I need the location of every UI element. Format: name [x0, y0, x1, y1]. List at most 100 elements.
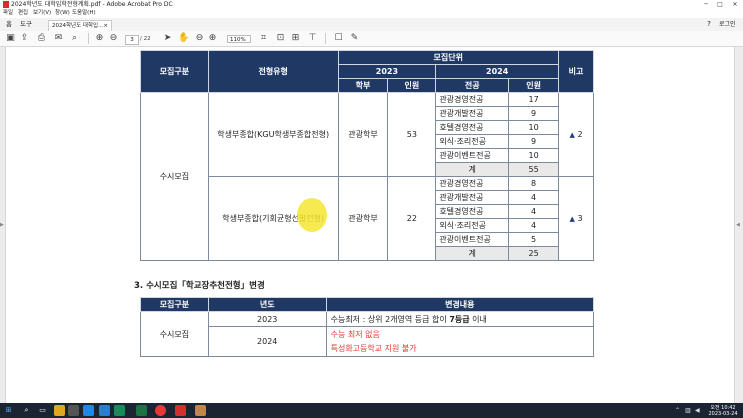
maximize-button[interactable]: □: [713, 0, 727, 9]
menu-view[interactable]: 보기(V): [33, 9, 51, 18]
tab-document[interactable]: 2024학년도 대학입... ×: [48, 20, 112, 31]
count-cell: 9: [508, 134, 560, 149]
notes-icon[interactable]: [195, 405, 206, 416]
page-down-icon[interactable]: ⊖: [108, 33, 119, 44]
toolbar-divider: [325, 33, 326, 44]
select-cursor-icon[interactable]: ➤: [162, 33, 173, 44]
acrobat-icon: [3, 1, 9, 8]
zoom-out-icon[interactable]: ⊖: [194, 33, 205, 44]
content-text: 수능최저 : 상위 2개영역 등급 합이: [330, 314, 450, 324]
category-cell: 수시모집: [140, 92, 209, 261]
crop-icon[interactable]: ⌗: [258, 33, 269, 44]
count-cell: 10: [508, 120, 560, 135]
count-cell: 9: [508, 106, 560, 121]
menu-help[interactable]: 도움말(H): [72, 9, 96, 18]
window-title: 2024학년도 대학입학전형계획.pdf - Adobe Acrobat Pro…: [11, 1, 173, 8]
save-icon[interactable]: ▣: [5, 33, 16, 44]
total-label: 계: [435, 162, 510, 177]
menu-file[interactable]: 파일: [3, 9, 13, 18]
year-cell: 2024: [207, 326, 327, 357]
expand-left-icon[interactable]: ▶: [0, 222, 4, 228]
content-cell: 수능최저 : 상위 2개영역 등급 합이 7등급 이내: [325, 311, 595, 327]
section-heading: 3. 수시모집「학교장추천전형」변경: [134, 281, 265, 291]
pen-icon[interactable]: ✎: [349, 33, 360, 44]
year-cell: 2023: [207, 311, 327, 327]
tab-close-icon[interactable]: ×: [103, 21, 108, 31]
title-bar: 2024학년도 대학입학전형계획.pdf - Adobe Acrobat Pro…: [0, 0, 743, 9]
search-icon[interactable]: ⌕: [21, 405, 32, 416]
expand-right-icon[interactable]: ◀: [736, 222, 740, 228]
word-icon[interactable]: [99, 405, 110, 416]
total-value: 25: [508, 246, 560, 261]
chrome-icon[interactable]: [155, 405, 166, 416]
comment-icon[interactable]: ☐: [333, 33, 344, 44]
page-up-icon[interactable]: ⊕: [94, 33, 105, 44]
zoom-in-icon[interactable]: ⊕: [207, 33, 218, 44]
hand-tool-icon[interactable]: ✋: [178, 33, 189, 44]
note-cell: ▲ 3: [558, 176, 594, 261]
tab-home[interactable]: 홈: [6, 18, 12, 31]
header-category: 모집구분: [140, 297, 209, 312]
header-note: 비고: [558, 50, 594, 93]
volume-icon[interactable]: ◀: [695, 407, 700, 414]
change-line: 특성화고등학교 지원 불가: [330, 343, 417, 353]
count-cell: 4: [508, 218, 560, 233]
email-icon[interactable]: ✉: [53, 33, 64, 44]
zoom-select[interactable]: 110%: [227, 35, 251, 43]
menu-window[interactable]: 창(W): [55, 9, 70, 18]
dept-cell: 관광학부: [337, 92, 389, 177]
windows-start-icon[interactable]: ⊞: [3, 405, 14, 416]
count-cell: 10: [508, 148, 560, 163]
minimize-button[interactable]: ─: [699, 0, 713, 9]
total-value: 55: [508, 162, 560, 177]
tray-chevron-icon[interactable]: ⌃: [675, 407, 680, 414]
count-cell: 17: [508, 92, 560, 107]
count-cell: 5: [508, 232, 560, 247]
content-cell: 수능 최저 없음 특성화고등학교 지원 불가: [325, 326, 595, 357]
count-2023-cell: 22: [387, 176, 437, 261]
dept-cell: 관광학부: [337, 176, 389, 261]
close-window-button[interactable]: ✕: [728, 0, 742, 9]
change-table: 모집구분 년도 변경내용 수시모집 2023 수능최저 : 상위 2개영역 등급…: [140, 297, 595, 357]
fit-page-icon[interactable]: ⊡: [275, 33, 286, 44]
major-cell: 호텔경영전공: [435, 120, 510, 135]
type-cell: 학생부종합(KGU학생부종합전형): [207, 92, 339, 177]
note-value: 2: [577, 130, 583, 139]
login-button[interactable]: 로그인: [719, 18, 736, 31]
stamp-icon[interactable]: ⊤: [307, 33, 318, 44]
help-icon[interactable]: ?: [704, 18, 714, 31]
task-view-icon[interactable]: ▭: [37, 405, 48, 416]
vscode-icon[interactable]: [114, 405, 125, 416]
edge-icon[interactable]: [83, 405, 94, 416]
major-cell: 외식·조리전공: [435, 218, 510, 233]
page-number-input[interactable]: 3: [125, 35, 139, 45]
network-icon[interactable]: ▥: [685, 407, 691, 414]
major-cell: 관광이벤트전공: [435, 232, 510, 247]
menu-bar: 파일 편집 보기(V) 창(W) 도움말(H): [0, 9, 743, 18]
print-icon[interactable]: ⎙: [36, 33, 47, 44]
store-icon[interactable]: [68, 405, 79, 416]
tab-tools[interactable]: 도구: [20, 18, 32, 31]
change-line: 수능 최저 없음: [330, 329, 380, 339]
upload-icon[interactable]: ⇪: [19, 33, 30, 44]
header-content: 변경내용: [325, 297, 595, 312]
increase-triangle-icon: ▲: [569, 131, 575, 139]
increase-triangle-icon: ▲: [569, 215, 575, 223]
acrobat-taskbar-icon[interactable]: [175, 405, 186, 416]
content-text: 이내: [469, 314, 487, 324]
header-count: 인원: [387, 78, 437, 93]
fit-width-icon[interactable]: ⊞: [290, 33, 301, 44]
taskbar: ⊞ ⌕ ▭ ⌃ ▥ ◀ 오전 10:42 2023-03-24: [0, 403, 743, 418]
search-icon[interactable]: ⌕: [69, 33, 80, 44]
count-cell: 4: [508, 204, 560, 219]
file-explorer-icon[interactable]: [54, 405, 65, 416]
tab-document-label: 2024학년도 대학입...: [52, 23, 104, 29]
count-2023-cell: 53: [387, 92, 437, 177]
header-year: 년도: [207, 297, 327, 312]
major-cell: 호텔경영전공: [435, 204, 510, 219]
page-total: / 22: [140, 36, 151, 42]
clock[interactable]: 오전 10:42 2023-03-24: [708, 405, 738, 417]
menu-edit[interactable]: 편집: [18, 9, 28, 18]
excel-icon[interactable]: [136, 405, 147, 416]
count-cell: 4: [508, 190, 560, 205]
